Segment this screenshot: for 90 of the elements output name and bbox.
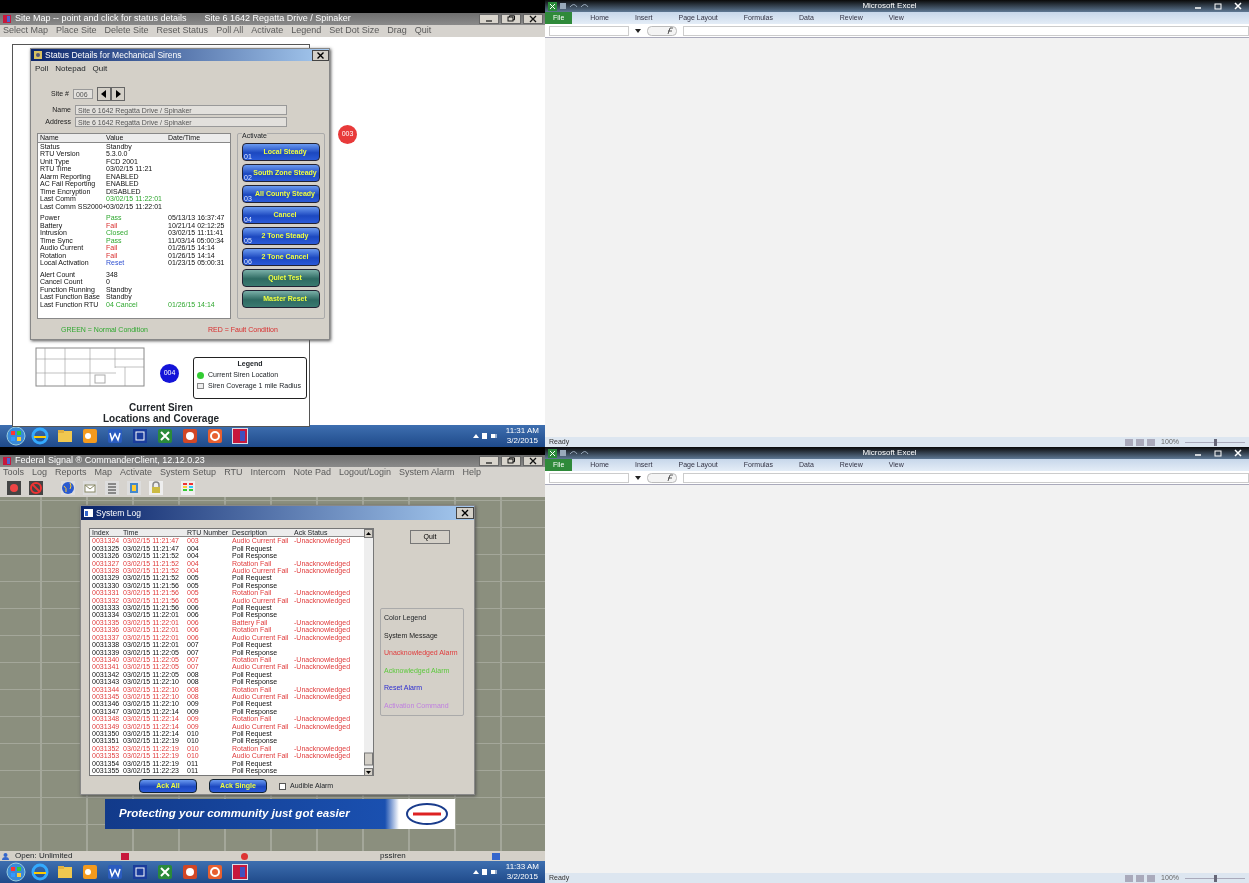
menu-item[interactable]: Tools [3, 466, 24, 480]
quick-access-toolbar-drawing[interactable] [560, 449, 590, 457]
menu-item[interactable]: RTU [224, 466, 243, 480]
menu-item[interactable]: Delete Site [104, 24, 149, 38]
close-button[interactable] [312, 49, 329, 61]
app-icon [3, 457, 11, 465]
right-arrow-button[interactable] [110, 87, 125, 101]
status-text: pssiren [380, 850, 406, 862]
dropdown-arrow-icon[interactable] [635, 28, 641, 33]
folder-icon[interactable] [56, 427, 74, 445]
menu-item[interactable]: Quit [92, 63, 108, 75]
left-arrow-button[interactable] [96, 87, 111, 101]
map-title: Current Siren Locations and Coverage [101, 402, 221, 424]
slider-thumb[interactable] [1213, 438, 1217, 446]
menu-item[interactable]: Log [32, 466, 48, 480]
menu-item[interactable]: Set Dot Size [329, 24, 380, 38]
status-text: Open: Unlimited [15, 850, 74, 862]
menu-item[interactable]: Poll All [216, 24, 244, 38]
window-title: Microsoft Excel [861, 0, 918, 12]
spreadsheet-app-icon[interactable] [548, 1, 557, 11]
list-icon[interactable] [104, 480, 120, 496]
slides-app-icon[interactable] [181, 427, 199, 445]
menu-item[interactable]: Logout/Login [339, 466, 392, 480]
function-icon[interactable] [647, 25, 677, 36]
menu-item[interactable]: Drag [387, 24, 407, 38]
bar-meter-icon[interactable] [180, 480, 196, 496]
menu-item[interactable]: Place Site [56, 24, 97, 38]
globe-icon[interactable] [60, 480, 76, 496]
menu-item[interactable]: Activate [251, 24, 284, 38]
start-button[interactable] [6, 862, 26, 882]
window-subtitle: Site 6 1642 Regatta Drive / Spinaker [204, 12, 351, 26]
menu-item[interactable]: Reset Status [156, 24, 209, 38]
restore-button[interactable] [501, 456, 521, 466]
spreadsheet-app-icon[interactable] [156, 427, 174, 445]
menu-item[interactable]: Legend [291, 24, 322, 38]
window-app-icon[interactable] [131, 427, 149, 445]
menu-item[interactable]: Map [94, 466, 113, 480]
spreadsheet-app-icon[interactable] [548, 448, 557, 458]
menu-item[interactable]: Note Pad [293, 466, 331, 480]
function-icon[interactable] [647, 472, 677, 483]
menu-item[interactable]: Activate [120, 466, 153, 480]
window-app-icon[interactable] [131, 863, 149, 881]
menu-item[interactable]: Help [462, 466, 482, 480]
oval-logo-icon [405, 802, 449, 826]
folder-icon[interactable] [56, 863, 74, 881]
close-button[interactable] [523, 456, 543, 466]
menu-item[interactable]: Quit [414, 24, 432, 38]
window-title: Site Map -- point and click for status details [15, 12, 187, 26]
start-button[interactable] [6, 426, 26, 446]
scrollbar[interactable] [364, 529, 373, 775]
menu-item[interactable]: Intercom [250, 466, 286, 480]
window-title: Federal Signal ® CommanderClient, 12.12.0.23 [15, 454, 205, 468]
restore-button[interactable] [501, 14, 521, 24]
menu-item[interactable]: Notepad [55, 63, 86, 75]
clock-text[interactable]: 11:31 AM 3/2/2015 [505, 426, 539, 446]
window-icon [84, 509, 93, 517]
dropdown-arrow-icon[interactable] [635, 475, 641, 480]
checkbox[interactable] [279, 782, 286, 790]
dialog-title: System Log [96, 506, 141, 520]
globe-icon[interactable] [31, 863, 49, 881]
outline-shape-icon [197, 383, 204, 389]
app-icon [3, 15, 11, 23]
document-app-icon[interactable] [106, 863, 124, 881]
user-icon [2, 852, 9, 860]
close-button[interactable] [523, 14, 543, 24]
document-icon[interactable] [126, 480, 142, 496]
tray-icons-drawing[interactable] [471, 868, 500, 876]
slider-thumb[interactable] [1213, 874, 1217, 882]
dialog-title: Status Details for Mechanical Sirens [45, 48, 182, 62]
formula-field[interactable] [683, 472, 1249, 483]
app-icon [34, 51, 42, 59]
menu-item[interactable]: Poll [35, 63, 49, 75]
quick-access-toolbar-drawing[interactable] [560, 2, 590, 10]
lock-icon[interactable] [148, 480, 164, 496]
banner-text: Protecting your community just got easier [119, 806, 350, 822]
window-title: Microsoft Excel [861, 447, 918, 459]
no-symbol-icon[interactable] [28, 480, 44, 496]
formula-field[interactable] [683, 25, 1249, 36]
spreadsheet-app-icon[interactable] [156, 863, 174, 881]
dot-icon [197, 371, 204, 379]
slides-app-icon[interactable] [181, 863, 199, 881]
tray-icons-drawing[interactable] [471, 432, 500, 440]
menu-item[interactable]: Select Map [3, 24, 49, 38]
clock-text[interactable]: 11:33 AM 3/2/2015 [505, 862, 539, 882]
menu-item[interactable]: Reports [55, 466, 87, 480]
menu-item[interactable]: System Setup [160, 466, 217, 480]
document-app-icon[interactable] [106, 427, 124, 445]
globe-icon[interactable] [31, 427, 49, 445]
menu-item[interactable]: System Alarm [399, 466, 455, 480]
close-button[interactable] [456, 507, 474, 519]
